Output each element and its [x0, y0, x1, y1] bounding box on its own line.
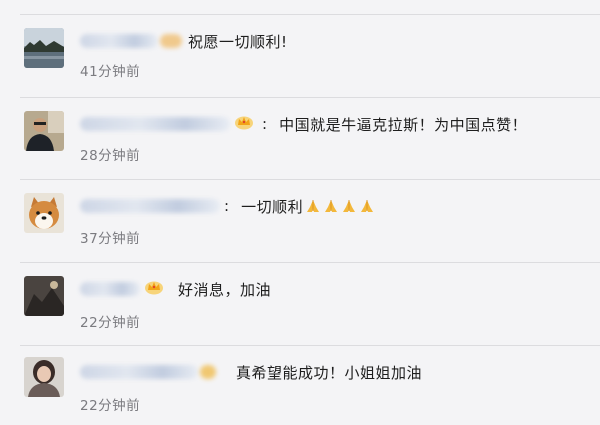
- user-avatar-dark-icon[interactable]: [24, 276, 64, 316]
- comment-item: 真希望能成功！小姐姐加油 22分钟前: [0, 345, 600, 425]
- comment-item: 好消息，加油 22分钟前: [0, 262, 600, 342]
- comment-line: 好消息，加油: [80, 278, 271, 300]
- username-blurred[interactable]: [80, 282, 140, 296]
- comment-item: 祝愿一切顺利! 41分钟前: [0, 14, 600, 94]
- comment-item: : 一切顺利 37分钟前: [0, 179, 600, 259]
- comment-line: 祝愿一切顺利!: [80, 30, 288, 52]
- crown-icon: [144, 279, 164, 299]
- pray-icon: [307, 200, 320, 212]
- user-avatar-lake-icon[interactable]: [24, 28, 64, 68]
- comment-line: : 中国就是牛逼克拉斯！为中国点赞！: [80, 113, 527, 135]
- pray-icon: [325, 200, 338, 212]
- username-blurred[interactable]: [80, 365, 198, 379]
- comment-text: 真希望能成功！小姐姐加油: [236, 363, 423, 382]
- emoji-group: [305, 198, 377, 214]
- user-avatar-man-icon[interactable]: [24, 111, 64, 151]
- username-blurred[interactable]: [80, 34, 158, 48]
- comment-text: 一切顺利: [241, 197, 304, 216]
- comment-item: : 中国就是牛逼克拉斯！为中国点赞！ 28分钟前: [0, 97, 600, 177]
- username-blurred[interactable]: [80, 199, 220, 213]
- comment-list: 祝愿一切顺利! 41分钟前 : 中国就是牛逼克拉斯！为中国点赞！ 28分钟前:…: [0, 0, 600, 419]
- pray-icon: [361, 200, 374, 212]
- comment-line: 真希望能成功！小姐姐加油: [80, 361, 422, 383]
- crown-icon: [234, 114, 254, 134]
- comment-text: 祝愿一切顺利!: [188, 32, 288, 51]
- comment-time: 41分钟前: [80, 64, 141, 80]
- comment-time: 28分钟前: [80, 148, 141, 164]
- comment-text: 好消息，加油: [178, 280, 272, 299]
- badge-blurred: [200, 365, 216, 379]
- badge-blurred: [160, 34, 182, 48]
- comment-time: 22分钟前: [80, 315, 141, 331]
- user-avatar-woman-icon[interactable]: [24, 357, 64, 397]
- comment-text: 中国就是牛逼克拉斯！为中国点赞！: [279, 115, 528, 134]
- username-blurred[interactable]: [80, 117, 230, 131]
- pray-icon: [343, 200, 356, 212]
- comment-line: : 一切顺利: [80, 195, 377, 217]
- comment-time: 22分钟前: [80, 398, 141, 414]
- user-avatar-dog-icon[interactable]: [24, 193, 64, 233]
- comment-time: 37分钟前: [80, 231, 141, 247]
